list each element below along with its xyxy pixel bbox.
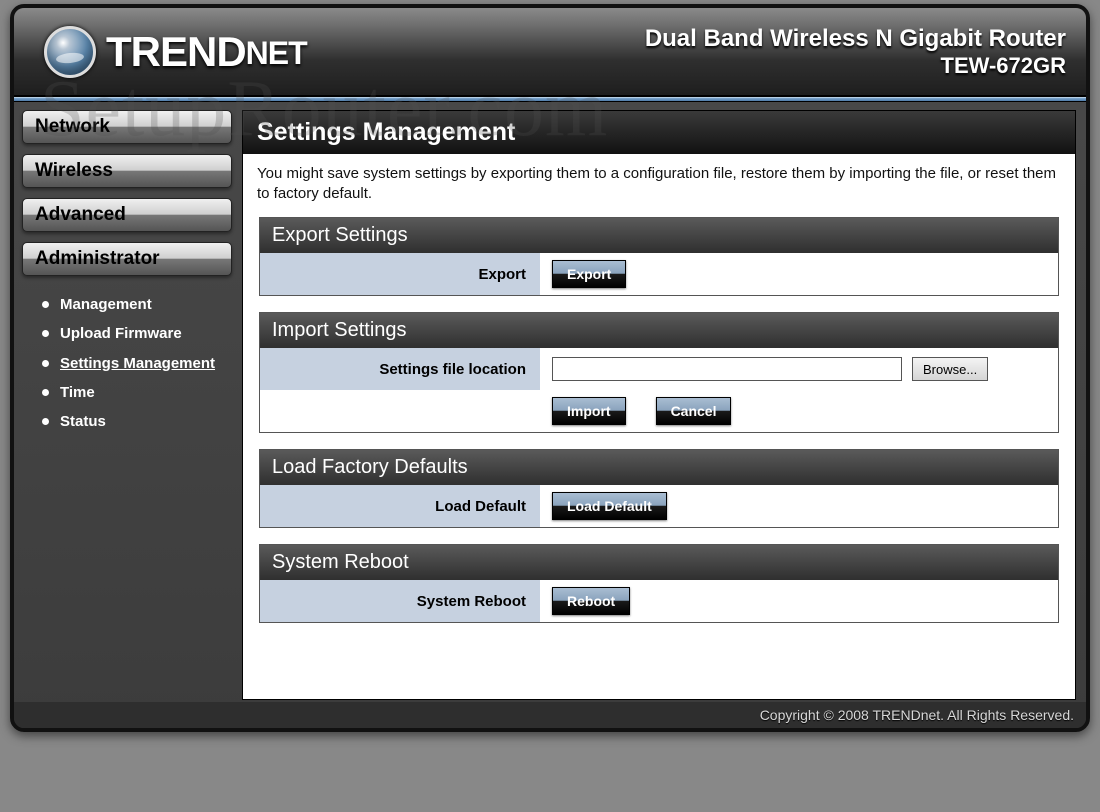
subnav-list: Management Upload Firmware Settings Mana… [22, 286, 232, 436]
brand-sub: NET [246, 35, 307, 71]
brand-text: TRENDNET [106, 28, 307, 76]
nav-advanced[interactable]: Advanced [22, 198, 232, 232]
sidebar: Network Wireless Advanced Administrator … [22, 110, 232, 700]
section-body: Load Default Load Default [260, 485, 1058, 527]
reboot-label: System Reboot [260, 580, 540, 622]
nav-label: Network [35, 116, 110, 138]
control-cell: Import Cancel [540, 391, 1058, 431]
row-import-actions: Import Cancel [260, 390, 1058, 432]
nav-network[interactable]: Network [22, 110, 232, 144]
row-export: Export Export [260, 253, 1058, 295]
main-panel: Settings Management You might save syste… [242, 110, 1076, 700]
section-body: Settings file location Browse... Import … [260, 348, 1058, 432]
subnav-status[interactable]: Status [42, 407, 232, 436]
section-body: Export Export [260, 253, 1058, 295]
cancel-button[interactable]: Cancel [656, 397, 732, 425]
page-title: Settings Management [243, 111, 1075, 154]
control-cell: Browse... [540, 351, 1058, 387]
sections-container: Export Settings Export Export Import Set… [243, 211, 1075, 635]
globe-icon [44, 26, 96, 78]
body-area: Network Wireless Advanced Administrator … [14, 102, 1086, 702]
product-line1: Dual Band Wireless N Gigabit Router [645, 25, 1066, 53]
subnav-label: Status [60, 413, 106, 430]
subnav-label: Management [60, 296, 152, 313]
browse-button[interactable]: Browse... [912, 357, 988, 381]
footer-copyright: Copyright © 2008 TRENDnet. All Rights Re… [14, 702, 1086, 728]
header-bar: TRENDNET Dual Band Wireless N Gigabit Ro… [14, 8, 1086, 97]
control-cell: Export [540, 254, 1058, 294]
subnav-label: Time [60, 384, 95, 401]
nav-administrator[interactable]: Administrator [22, 242, 232, 276]
app-frame: TRENDNET Dual Band Wireless N Gigabit Ro… [10, 4, 1090, 732]
section-body: System Reboot Reboot [260, 580, 1058, 622]
load-default-label: Load Default [260, 485, 540, 527]
section-header: Export Settings [260, 218, 1058, 253]
product-info: Dual Band Wireless N Gigabit Router TEW-… [645, 25, 1066, 79]
file-location-input[interactable] [552, 357, 902, 381]
brand-logo: TRENDNET [44, 26, 307, 78]
subnav-upload-firmware[interactable]: Upload Firmware [42, 319, 232, 348]
spacer-cell [260, 390, 540, 432]
control-cell: Reboot [540, 581, 1058, 621]
nav-label: Administrator [35, 248, 160, 270]
nav-wireless[interactable]: Wireless [22, 154, 232, 188]
subnav-settings-management[interactable]: Settings Management [42, 349, 232, 378]
file-location-label: Settings file location [260, 348, 540, 390]
export-label: Export [260, 253, 540, 295]
import-button[interactable]: Import [552, 397, 626, 425]
section-header: Import Settings [260, 313, 1058, 348]
section-export: Export Settings Export Export [259, 217, 1059, 296]
load-default-button[interactable]: Load Default [552, 492, 667, 520]
section-defaults: Load Factory Defaults Load Default Load … [259, 449, 1059, 528]
section-import: Import Settings Settings file location B… [259, 312, 1059, 433]
row-file-location: Settings file location Browse... [260, 348, 1058, 390]
section-header: System Reboot [260, 545, 1058, 580]
export-button[interactable]: Export [552, 260, 626, 288]
control-cell: Load Default [540, 486, 1058, 526]
brand-main: TREND [106, 28, 246, 75]
reboot-button[interactable]: Reboot [552, 587, 630, 615]
nav-label: Wireless [35, 160, 113, 182]
section-header: Load Factory Defaults [260, 450, 1058, 485]
subnav-time[interactable]: Time [42, 378, 232, 407]
subnav-label: Settings Management [60, 355, 215, 372]
subnav-management[interactable]: Management [42, 290, 232, 319]
row-load-default: Load Default Load Default [260, 485, 1058, 527]
product-line2: TEW-672GR [645, 53, 1066, 79]
subnav-label: Upload Firmware [60, 325, 182, 342]
nav-label: Advanced [35, 204, 126, 226]
page-intro: You might save system settings by export… [243, 154, 1075, 211]
row-reboot: System Reboot Reboot [260, 580, 1058, 622]
section-reboot: System Reboot System Reboot Reboot [259, 544, 1059, 623]
